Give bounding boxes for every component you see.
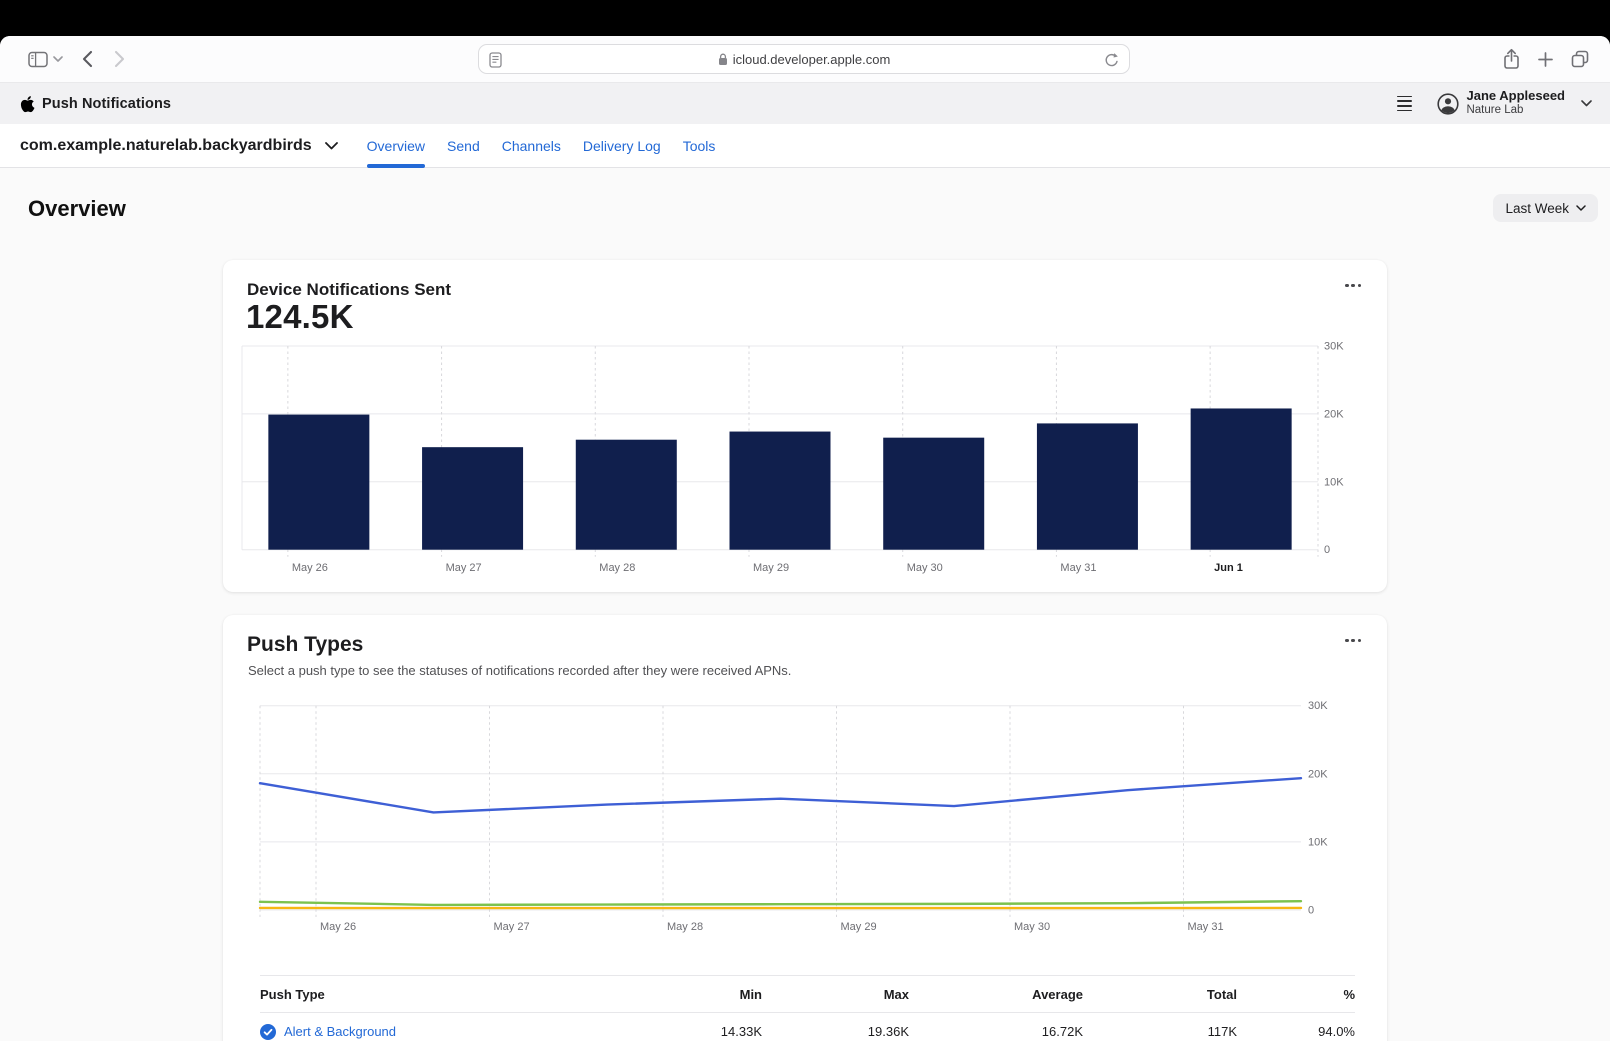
svg-text:0: 0	[1308, 905, 1314, 917]
svg-text:May 28: May 28	[599, 562, 635, 574]
svg-text:May 29: May 29	[841, 921, 877, 933]
page-content: Overview Last Week Device Notifications …	[0, 168, 1610, 1041]
menu-icon[interactable]	[1397, 96, 1412, 112]
reader-icon[interactable]	[489, 52, 502, 68]
macos-menubar	[0, 0, 1610, 36]
subnav: com.example.naturelab.backyardbirds Over…	[0, 124, 1610, 168]
account-chevron-down-icon	[1581, 100, 1592, 107]
svg-text:20K: 20K	[1324, 408, 1344, 420]
date-range-chevron-down-icon	[1576, 205, 1586, 211]
sidebar-chevron-down-icon[interactable]	[53, 56, 63, 62]
column-header-min: Min	[612, 987, 762, 1002]
browser-toolbar: icloud.developer.apple.com	[0, 36, 1610, 83]
account-menu[interactable]: Jane Appleseed Nature Lab	[1437, 89, 1592, 117]
device-notifications-title: Device Notifications Sent	[247, 280, 451, 300]
tab-delivery-log[interactable]: Delivery Log	[583, 124, 661, 168]
bundle-id-text: com.example.naturelab.backyardbirds	[20, 137, 312, 155]
push-types-card: Push Types Select a push type to see the…	[223, 615, 1387, 1041]
push-types-title: Push Types	[247, 633, 363, 657]
url-text: icloud.developer.apple.com	[733, 52, 891, 67]
svg-text:May 26: May 26	[292, 562, 328, 574]
app-title: Push Notifications	[20, 95, 171, 113]
browser-window: icloud.developer.apple.com Push Notifica…	[0, 36, 1610, 1041]
svg-text:May 30: May 30	[1014, 921, 1050, 933]
address-bar[interactable]: icloud.developer.apple.com	[478, 44, 1130, 74]
app-title-text: Push Notifications	[42, 96, 171, 112]
svg-text:May 27: May 27	[446, 562, 482, 574]
sidebar-icon[interactable]	[28, 51, 48, 68]
lock-icon	[718, 53, 728, 66]
push-type-link[interactable]: Alert & Background	[284, 1024, 396, 1039]
app-header: Push Notifications Jane Appleseed Nature…	[0, 83, 1610, 124]
column-header-push-type: Push Type	[260, 987, 612, 1002]
device-notifications-card: Device Notifications Sent 124.5K May 26M…	[223, 260, 1387, 592]
column-header-average: Average	[909, 987, 1083, 1002]
svg-text:May 29: May 29	[753, 562, 789, 574]
share-icon[interactable]	[1502, 48, 1521, 70]
table-row: Alert & Background 14.33K19.36K16.72K117K…	[260, 1013, 1355, 1041]
cell: 94.0%	[1237, 1024, 1355, 1039]
avatar-icon	[1437, 93, 1459, 115]
tab-overview-icon[interactable]	[1570, 49, 1590, 69]
svg-text:May 30: May 30	[907, 562, 943, 574]
svg-text:30K: 30K	[1324, 341, 1344, 353]
svg-text:20K: 20K	[1308, 768, 1328, 780]
tab-channels[interactable]: Channels	[502, 124, 561, 168]
cell: 19.36K	[762, 1024, 909, 1039]
cell: 14.33K	[612, 1024, 762, 1039]
card-options-ellipsis-icon[interactable]	[1343, 637, 1363, 644]
user-org: Nature Lab	[1466, 104, 1565, 117]
svg-text:30K: 30K	[1308, 700, 1328, 712]
forward-icon[interactable]	[114, 50, 125, 68]
tab-send[interactable]: Send	[447, 124, 480, 168]
date-range-button[interactable]: Last Week	[1493, 194, 1598, 222]
tab-tools[interactable]: Tools	[683, 124, 716, 168]
new-tab-icon[interactable]	[1538, 52, 1553, 67]
date-range-label: Last Week	[1505, 201, 1569, 216]
push-types-table: Push TypeMinMaxAverageTotal% Alert & Bac…	[260, 975, 1355, 1041]
svg-text:10K: 10K	[1324, 476, 1344, 488]
column-header-max: Max	[762, 987, 909, 1002]
reload-icon[interactable]	[1103, 52, 1120, 69]
svg-text:May 26: May 26	[320, 921, 356, 933]
push-types-line-chart: May 26 May 27 May 28 May 29 May 30 May 31 30K 2…	[223, 685, 1387, 945]
check-circle-icon	[260, 1024, 276, 1040]
column-header--: %	[1237, 987, 1355, 1002]
device-notifications-bar-chart: May 26 May 27 May 28 May 29 May 30 May 31 Jun …	[223, 335, 1387, 585]
apple-logo-icon	[20, 95, 35, 113]
subnav-tabs: Overview Send Channels Delivery Log Tools	[367, 124, 716, 168]
device-notifications-total: 124.5K	[246, 298, 354, 336]
push-types-table-body: Alert & Background 14.33K19.36K16.72K117K…	[260, 1013, 1355, 1041]
bundle-chevron-down-icon	[325, 142, 338, 150]
svg-text:Jun 1: Jun 1	[1214, 562, 1243, 574]
cell: 16.72K	[909, 1024, 1083, 1039]
page-header: Overview Last Week	[0, 168, 1610, 260]
svg-text:May 27: May 27	[494, 921, 530, 933]
svg-text:May 28: May 28	[667, 921, 703, 933]
svg-text:May 31: May 31	[1188, 921, 1224, 933]
card-options-ellipsis-icon[interactable]	[1343, 282, 1363, 289]
tab-overview[interactable]: Overview	[367, 124, 425, 168]
svg-text:0: 0	[1324, 544, 1330, 556]
svg-text:10K: 10K	[1308, 836, 1328, 848]
cell: 117K	[1083, 1024, 1237, 1039]
bundle-id-selector[interactable]: com.example.naturelab.backyardbirds	[20, 137, 338, 155]
column-header-total: Total	[1083, 987, 1237, 1002]
push-types-subtitle: Select a push type to see the statuses o…	[248, 663, 791, 678]
svg-text:May 31: May 31	[1060, 562, 1096, 574]
back-icon[interactable]	[82, 50, 93, 68]
user-name: Jane Appleseed	[1466, 89, 1565, 104]
page-title: Overview	[28, 196, 126, 222]
push-types-table-header-row: Push TypeMinMaxAverageTotal%	[260, 975, 1355, 1013]
